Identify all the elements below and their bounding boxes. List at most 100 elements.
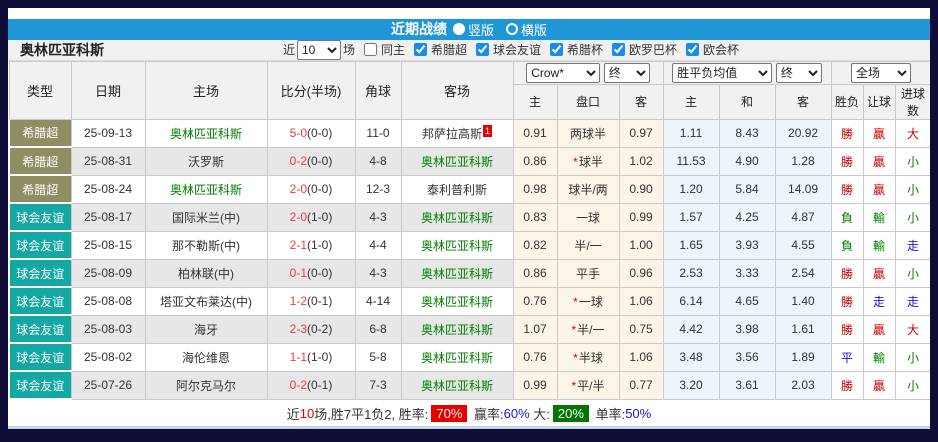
avg-draw-odds-cell: 3.98 <box>719 315 775 343</box>
away-team-cell: 奥林匹亚科斯 <box>401 231 513 259</box>
result-cell: 勝 <box>831 371 863 399</box>
handicap-star: * <box>571 323 576 337</box>
handicap-value: 球半/两 <box>568 183 607 197</box>
filters: 近 10 场 同主 希腊超球会友谊希腊杯欧罗巴杯欧会杯 <box>104 40 918 60</box>
date-cell: 25-07-26 <box>71 371 145 399</box>
handicap-value: 平手 <box>576 267 600 281</box>
league-checkbox-2[interactable] <box>550 43 563 56</box>
handicap-cell: *半/一 <box>557 315 619 343</box>
home-team-cell: 海伦维恩 <box>145 343 267 371</box>
radio-horizontal-label[interactable]: 横版 <box>521 20 547 39</box>
result-cell: 勝 <box>831 259 863 287</box>
avg-draw-odds-cell: 3.93 <box>719 231 775 259</box>
col-header-date: 日期 <box>71 61 145 119</box>
results-tbody: 希腊超25-09-13奥林匹亚科斯5-0(0-0)11-0邦萨拉高斯10.91两… <box>9 119 930 399</box>
results-table: 类型 日期 主场 比分(半场) 角球 客场 Crow* 终 <box>8 61 930 401</box>
home-team-name: 沃罗斯 <box>188 155 224 169</box>
sub-header-goals: 进球数 <box>895 84 930 119</box>
league-cell: 球会友谊 <box>9 259 71 287</box>
handicap-cell: *球半 <box>557 147 619 175</box>
bottom-divider <box>8 426 930 429</box>
goals-result-cell: 小 <box>895 343 930 371</box>
radio-horizontal-icon[interactable] <box>506 23 518 35</box>
handicap-away-odds-cell: 0.99 <box>619 203 663 231</box>
avg-draw-odds-cell: 8.43 <box>719 119 775 147</box>
radio-vertical-label[interactable]: 竖版 <box>468 20 494 39</box>
full-score: 2-1 <box>290 238 307 252</box>
same-home-checkbox[interactable] <box>364 43 377 56</box>
letball-result-cell: 贏 <box>863 371 895 399</box>
date-cell: 25-09-13 <box>71 119 145 147</box>
avg-home-odds-cell: 11.53 <box>663 147 719 175</box>
home-team-name: 阿尔克马尔 <box>176 379 236 393</box>
avg-home-odds-cell: 4.42 <box>663 315 719 343</box>
home-team-cell: 那不勒斯(中) <box>145 231 267 259</box>
same-home-label[interactable]: 同主 <box>381 41 405 58</box>
league-checkbox-1[interactable] <box>476 43 489 56</box>
average-time-select[interactable]: 终 <box>776 63 822 83</box>
handicap-home-odds-cell: 0.98 <box>513 175 557 203</box>
half-score: (0-1) <box>307 378 332 392</box>
handicap-star: * <box>573 295 578 309</box>
goals-result-cell: 走 <box>895 287 930 315</box>
average-group-header: 胜平负均值 终 <box>663 61 831 84</box>
handicap-cell: 一球 <box>557 203 619 231</box>
sub-header-result: 胜负 <box>831 84 863 119</box>
away-team-name: 奥林匹亚科斯 <box>421 239 493 253</box>
handicap-value: 半球 <box>579 351 603 365</box>
radio-vertical-selected-icon[interactable] <box>453 23 465 35</box>
full-score: 2-0 <box>290 182 307 196</box>
goals-result-cell: 小 <box>895 203 930 231</box>
home-team-cell: 阿尔克马尔 <box>145 371 267 399</box>
home-team-name: 海牙 <box>194 323 218 337</box>
col-header-corners: 角球 <box>355 61 401 119</box>
home-team-name: 奥林匹亚科斯 <box>170 127 242 141</box>
match-row: 球会友谊25-08-15那不勒斯(中)2-1(1-0)4-4奥林匹亚科斯0.82… <box>9 231 930 259</box>
handicap-cell: *半球 <box>557 343 619 371</box>
handicap-cell: 平手 <box>557 259 619 287</box>
match-row: 希腊超25-08-24奥林匹亚科斯2-0(0-0)12-3泰利普利斯0.98球半… <box>9 175 930 203</box>
odds-company-select[interactable]: Crow* <box>526 63 600 83</box>
sub-header-odds-draw: 和 <box>719 84 775 119</box>
league-label-0[interactable]: 希腊超 <box>431 43 467 57</box>
league-label-4[interactable]: 欧会杯 <box>703 43 739 57</box>
result-cell: 勝 <box>831 119 863 147</box>
handicap-home-odds-cell: 0.76 <box>513 343 557 371</box>
league-checkbox-3[interactable] <box>612 43 625 56</box>
date-cell: 25-08-03 <box>71 315 145 343</box>
league-cell: 球会友谊 <box>9 343 71 371</box>
goals-result-cell: 小 <box>895 259 930 287</box>
goals-result-cell: 大 <box>895 119 930 147</box>
avg-draw-odds-cell: 4.90 <box>719 147 775 175</box>
handicap-home-odds-cell: 0.99 <box>513 371 557 399</box>
letball-result-cell: 贏 <box>863 259 895 287</box>
result-cell: 負 <box>831 203 863 231</box>
win-rate-badge: 70% <box>431 405 467 422</box>
score-cell: 2-1(1-0) <box>267 231 355 259</box>
half-score: (0-0) <box>307 154 332 168</box>
league-label-1[interactable]: 球会友谊 <box>493 43 541 57</box>
league-checkbox-0[interactable] <box>414 43 427 56</box>
team-name: 奥林匹亚科斯 <box>20 40 104 60</box>
handicap-away-odds-cell: 0.97 <box>619 119 663 147</box>
away-team-name: 奥林匹亚科斯 <box>421 351 493 365</box>
handicap-home-odds-cell: 0.76 <box>513 287 557 315</box>
away-team-name: 奥林匹亚科斯 <box>421 323 493 337</box>
league-label-3[interactable]: 欧罗巴杯 <box>629 43 677 57</box>
date-cell: 25-08-17 <box>71 203 145 231</box>
league-checkbox-4[interactable] <box>686 43 699 56</box>
handicap-rate-value: 60% <box>504 406 530 421</box>
home-team-cell: 奥林匹亚科斯 <box>145 119 267 147</box>
match-count-select[interactable]: 10 <box>297 40 341 60</box>
scope-select[interactable]: 全场 <box>851 63 911 83</box>
date-cell: 25-08-15 <box>71 231 145 259</box>
corners-cell: 4-3 <box>355 203 401 231</box>
odds-time-select[interactable]: 终 <box>604 63 650 83</box>
big-rate-label: 大: <box>530 404 550 423</box>
page-title: 近期战绩 <box>391 19 447 39</box>
goals-result-cell: 小 <box>895 147 930 175</box>
score-cell: 0-2(0-0) <box>267 147 355 175</box>
average-select[interactable]: 胜平负均值 <box>672 63 772 83</box>
league-label-2[interactable]: 希腊杯 <box>567 43 603 57</box>
score-cell: 0-2(0-1) <box>267 371 355 399</box>
